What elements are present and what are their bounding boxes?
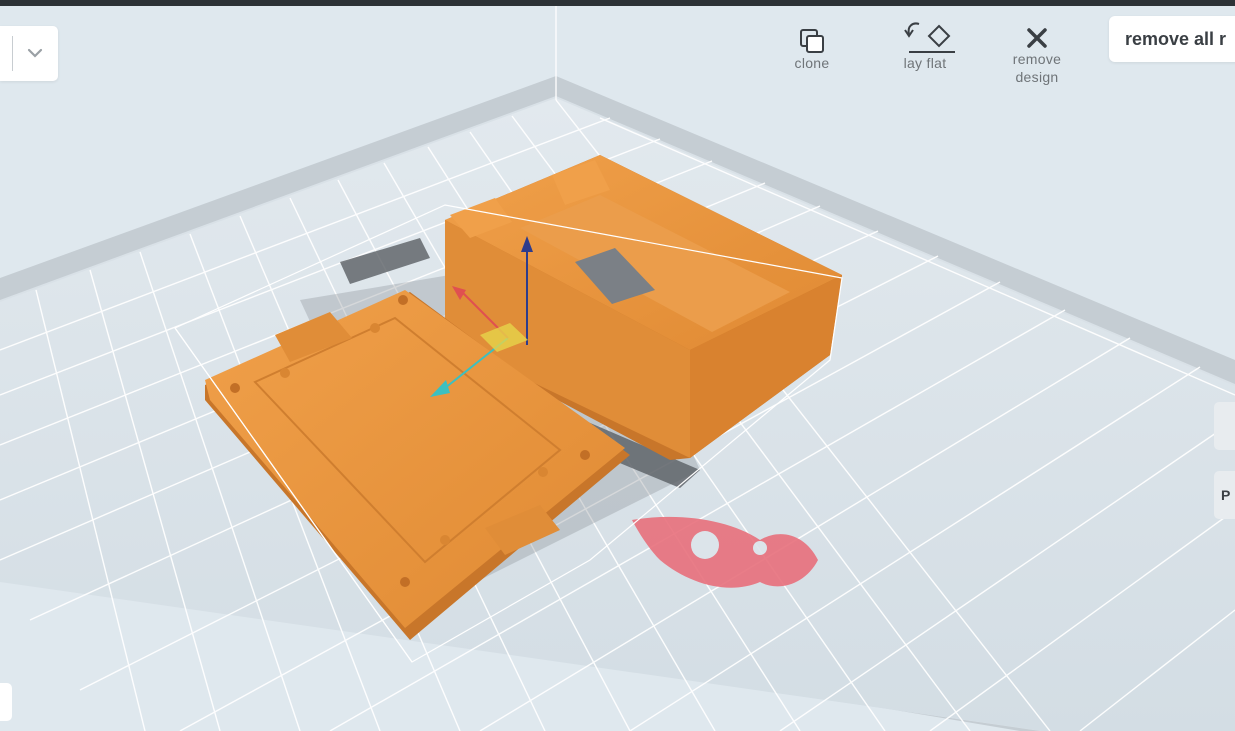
select-divider [12,36,13,71]
remove-all-button[interactable]: remove all r [1109,16,1235,62]
remove-design-button[interactable]: remove design [1000,24,1074,86]
lay-flat-icon [888,20,962,54]
side-panel-tab-p[interactable]: P [1214,471,1235,519]
lay-flat-button[interactable]: lay flat [888,20,962,72]
lay-flat-label: lay flat [903,55,947,71]
3d-viewport[interactable] [0,6,1235,731]
clone-icon [780,20,844,54]
clone-button[interactable]: clone [780,20,844,72]
side-panel-tab[interactable] [1214,402,1235,450]
remove-design-label-line2: design [1015,69,1059,85]
remove-design-label-line1: remove [1012,51,1062,67]
bottom-left-control[interactable] [0,683,12,721]
close-icon [1000,24,1074,50]
clone-label: clone [794,55,830,71]
chevron-down-icon [27,48,43,58]
view-select-dropdown[interactable] [0,26,58,81]
